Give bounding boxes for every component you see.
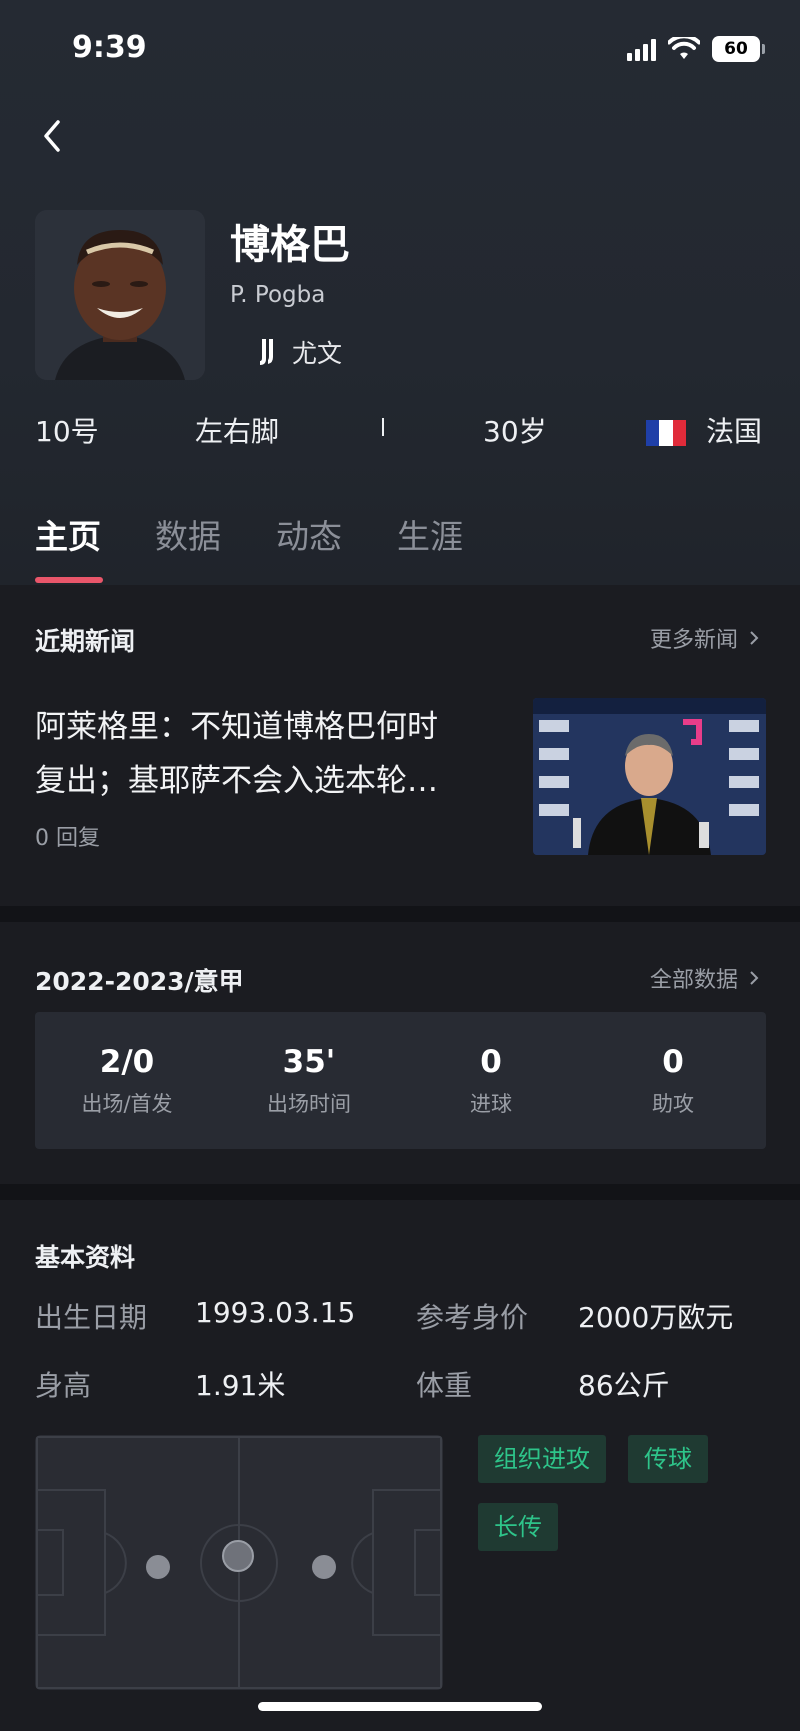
market-value-value: 2000万欧元 xyxy=(578,1301,734,1334)
skill-tag: 长传 xyxy=(478,1503,558,1551)
shirt-number: 10号 xyxy=(35,415,99,448)
france-flag-icon xyxy=(646,420,686,446)
battery-icon: 60 xyxy=(712,36,765,62)
stat-appearances: 2/0 出场/首发 xyxy=(42,1012,212,1118)
position-dot xyxy=(222,1540,254,1572)
tab-data[interactable]: 数据 xyxy=(155,510,221,558)
stat-label: 出场时间 xyxy=(267,1092,351,1116)
news-headline[interactable]: 阿莱格里：不知道博格巴何时 复出；基耶萨不会入选本轮… xyxy=(35,700,505,808)
nationality: 法国 xyxy=(646,410,762,450)
tab-career[interactable]: 生涯 xyxy=(397,510,463,558)
signal-icon xyxy=(627,37,656,61)
back-arrow-icon[interactable] xyxy=(38,116,68,156)
tab-home[interactable]: 主页 xyxy=(35,510,101,558)
all-data-link[interactable]: 全部数据 xyxy=(650,962,760,994)
stat-label: 进球 xyxy=(470,1092,512,1116)
season-section-title: 2022-2023/意甲 xyxy=(35,967,244,996)
preferred-foot: 左右脚 xyxy=(195,415,280,448)
chevron-right-icon xyxy=(750,971,759,985)
section-divider xyxy=(0,906,800,922)
more-news-link[interactable]: 更多新闻 xyxy=(650,622,760,654)
meta-separator xyxy=(382,418,384,436)
club-link[interactable]: 尤文 xyxy=(256,334,342,370)
skill-tag: 组织进攻 xyxy=(478,1435,606,1483)
weight-label: 体重 xyxy=(416,1369,473,1402)
news-thumbnail[interactable] xyxy=(533,698,766,855)
stat-minutes: 35' 出场时间 xyxy=(224,1012,394,1118)
stat-value: 0 xyxy=(662,1044,684,1080)
news-section-title: 近期新闻 xyxy=(35,627,136,656)
player-english-name: P. Pogba xyxy=(230,282,326,308)
status-time: 9:39 xyxy=(72,30,147,65)
height-value: 1.91米 xyxy=(195,1369,286,1402)
nationality-label: 法国 xyxy=(706,415,763,448)
tab-dynamics[interactable]: 动态 xyxy=(276,510,342,558)
basic-info-title: 基本资料 xyxy=(35,1243,136,1272)
stat-label: 出场/首发 xyxy=(81,1092,173,1116)
more-news-label: 更多新闻 xyxy=(649,628,738,653)
profile-tabs: 主页 数据 动态 生涯 xyxy=(0,510,800,585)
status-icons: 60 xyxy=(627,36,765,62)
stat-value: 0 xyxy=(480,1044,502,1080)
height-label: 身高 xyxy=(35,1369,92,1402)
section-divider xyxy=(0,1184,800,1200)
stat-assists: 0 助攻 xyxy=(588,1012,758,1118)
active-tab-indicator xyxy=(35,577,103,583)
skill-tag: 传球 xyxy=(628,1435,708,1483)
club-name: 尤文 xyxy=(292,339,343,368)
stat-value: 2/0 xyxy=(99,1044,155,1080)
position-dot xyxy=(312,1555,336,1579)
position-dot xyxy=(146,1555,170,1579)
news-reply-count: 0 回复 xyxy=(35,826,100,851)
stat-value: 35' xyxy=(282,1044,336,1080)
juventus-logo-icon xyxy=(260,339,273,365)
position-pitch xyxy=(35,1435,443,1690)
chevron-right-icon xyxy=(750,631,759,645)
news-headline-line2: 复出；基耶萨不会入选本轮… xyxy=(35,763,438,799)
stat-goals: 0 进球 xyxy=(406,1012,576,1118)
home-indicator[interactable] xyxy=(258,1702,542,1711)
weight-value: 86公斤 xyxy=(578,1369,670,1402)
news-headline-line1: 阿莱格里：不知道博格巴何时 xyxy=(35,709,438,745)
player-name: 博格巴 xyxy=(230,222,350,268)
player-avatar xyxy=(35,210,205,380)
wifi-icon xyxy=(668,37,700,59)
birth-date-label: 出生日期 xyxy=(35,1301,148,1334)
stat-label: 助攻 xyxy=(652,1092,694,1116)
market-value-label: 参考身价 xyxy=(416,1301,529,1334)
season-stats-box: 2/0 出场/首发 35' 出场时间 0 进球 0 助攻 xyxy=(35,1012,766,1149)
player-age: 30岁 xyxy=(483,415,547,448)
player-meta-row: 10号 左右脚 30岁 法国 xyxy=(0,410,800,450)
all-data-label: 全部数据 xyxy=(649,968,738,993)
birth-date-value: 1993.03.15 xyxy=(195,1296,356,1329)
